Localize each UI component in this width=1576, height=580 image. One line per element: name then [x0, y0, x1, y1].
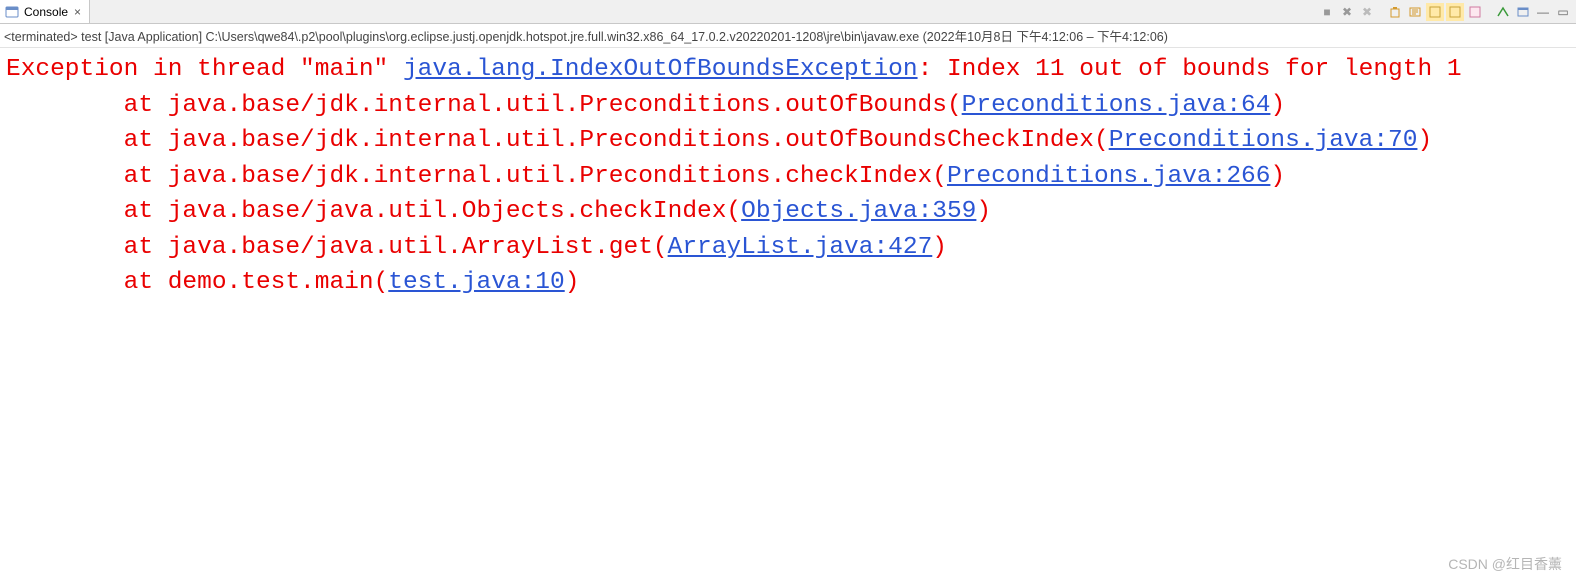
maximize-icon[interactable]: ▭: [1554, 3, 1572, 21]
remove-all-icon[interactable]: ✖: [1358, 3, 1376, 21]
source-link[interactable]: Preconditions.java:70: [1109, 127, 1418, 154]
clear-icon[interactable]: [1386, 3, 1404, 21]
paren-close: ): [565, 269, 580, 296]
launch-status-line: <terminated> test [Java Application] C:\…: [0, 24, 1576, 48]
source-link[interactable]: test.java:10: [388, 269, 564, 296]
source-link[interactable]: Preconditions.java:266: [947, 163, 1270, 190]
paren-close: ): [1417, 127, 1432, 154]
paren-close: ): [1270, 92, 1285, 119]
remove-launch-icon[interactable]: ✖: [1338, 3, 1356, 21]
source-link[interactable]: Preconditions.java:64: [962, 92, 1271, 119]
source-link[interactable]: ArrayList.java:427: [668, 234, 933, 261]
terminate-icon[interactable]: ■: [1318, 3, 1336, 21]
exception-head: Exception in thread "main": [6, 56, 403, 83]
source-link[interactable]: Objects.java:359: [741, 198, 976, 225]
console-output: Exception in thread "main" java.lang.Ind…: [0, 48, 1576, 305]
minimize-icon[interactable]: —: [1534, 3, 1552, 21]
stack-frame: at demo.test.main(: [6, 269, 388, 296]
exception-class-link[interactable]: java.lang.IndexOutOfBoundsException: [403, 56, 918, 83]
stack-frame: at java.base/java.util.ArrayList.get(: [6, 234, 668, 261]
exception-msg: : Index 11 out of bounds for length 1: [918, 56, 1462, 83]
stack-frame: at java.base/jdk.internal.util.Precondit…: [6, 127, 1109, 154]
watermark: CSDN @红目香薰: [1448, 554, 1562, 574]
console-icon: [4, 4, 20, 20]
console-tab-label: Console: [24, 5, 68, 19]
pin-console-icon[interactable]: [1466, 3, 1484, 21]
console-toolbar: ■ ✖ ✖ — ▭: [1318, 0, 1576, 23]
show-when-stderr-icon[interactable]: [1446, 3, 1464, 21]
paren-close: ): [976, 198, 991, 225]
terminated-prefix: <terminated>: [4, 30, 78, 44]
scroll-lock-icon[interactable]: [1406, 3, 1424, 21]
console-tab[interactable]: Console ×: [0, 0, 90, 23]
launch-path: test [Java Application] C:\Users\qwe84\.…: [78, 30, 1168, 44]
show-when-stdout-icon[interactable]: [1426, 3, 1444, 21]
stack-frame: at java.base/jdk.internal.util.Precondit…: [6, 163, 947, 190]
paren-close: ): [1270, 163, 1285, 190]
paren-close: ): [932, 234, 947, 261]
stack-frame: at java.base/java.util.Objects.checkInde…: [6, 198, 741, 225]
tab-bar: Console × ■ ✖ ✖ — ▭: [0, 0, 1576, 24]
display-selected-icon[interactable]: [1494, 3, 1512, 21]
close-icon[interactable]: ×: [72, 5, 83, 19]
stack-frame: at java.base/jdk.internal.util.Precondit…: [6, 92, 962, 119]
open-console-icon[interactable]: [1514, 3, 1532, 21]
